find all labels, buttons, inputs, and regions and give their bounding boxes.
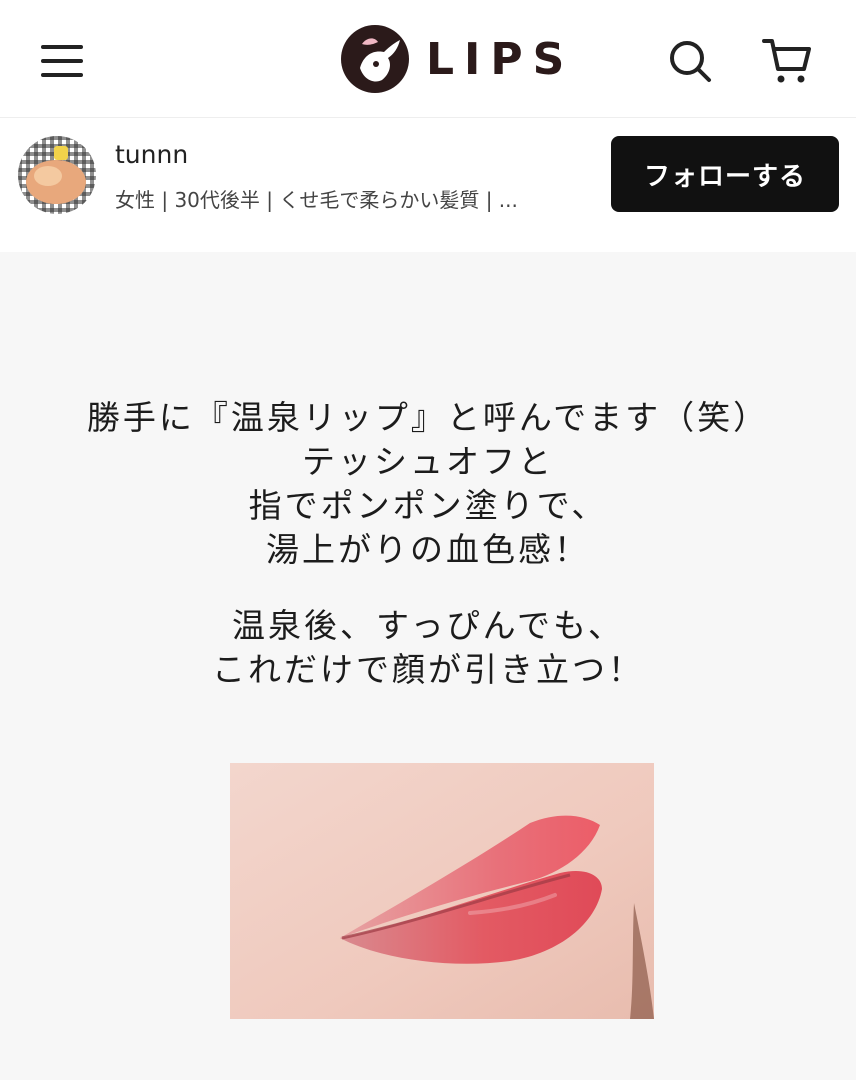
deer-logo-icon (341, 25, 409, 93)
follow-button[interactable]: フォローする (611, 136, 839, 212)
caption-line: 湯上がりの血色感！ (266, 530, 590, 569)
app-header: LIPS (0, 0, 856, 118)
caption-line: 勝手に『温泉リップ』と呼んでます（笑） (86, 398, 770, 437)
user-description: 女性 | 30代後半 | くせ毛で柔らかい髪質 | ... (115, 188, 518, 212)
caption-line: テッシュオフと (302, 442, 554, 481)
cart-button[interactable] (754, 30, 820, 92)
logo-text: LIPS (426, 33, 575, 85)
lips-photo (230, 763, 654, 1019)
lips-logo[interactable]: LIPS (340, 24, 574, 94)
search-icon (670, 41, 711, 82)
caption-line: これだけで顔が引き立つ！ (212, 650, 644, 689)
avatar-image (18, 136, 96, 214)
post-image: 勝手に『温泉リップ』と呼んでます（笑） テッシュオフと 指でポンポン塗りで、 湯… (0, 252, 856, 1080)
caption-line: 指でポンポン塗りで、 (248, 486, 608, 525)
caption-line: 温泉後、すっぴんでも、 (231, 606, 625, 645)
cart-icon (762, 39, 811, 83)
caption-block-2: 温泉後、すっぴんでも、 これだけで顔が引き立つ！ (0, 604, 856, 692)
menu-button[interactable] (30, 34, 94, 88)
hamburger-menu-icon (41, 45, 83, 77)
username[interactable]: tunnn (115, 140, 188, 169)
lips-illustration (230, 763, 654, 1019)
caption-block-1: 勝手に『温泉リップ』と呼んでます（笑） テッシュオフと 指でポンポン塗りで、 湯… (0, 396, 856, 572)
search-button[interactable] (660, 32, 720, 90)
author-bar: tunnn 女性 | 30代後半 | くせ毛で柔らかい髪質 | ... フォロー… (0, 118, 856, 252)
avatar[interactable] (18, 136, 96, 214)
